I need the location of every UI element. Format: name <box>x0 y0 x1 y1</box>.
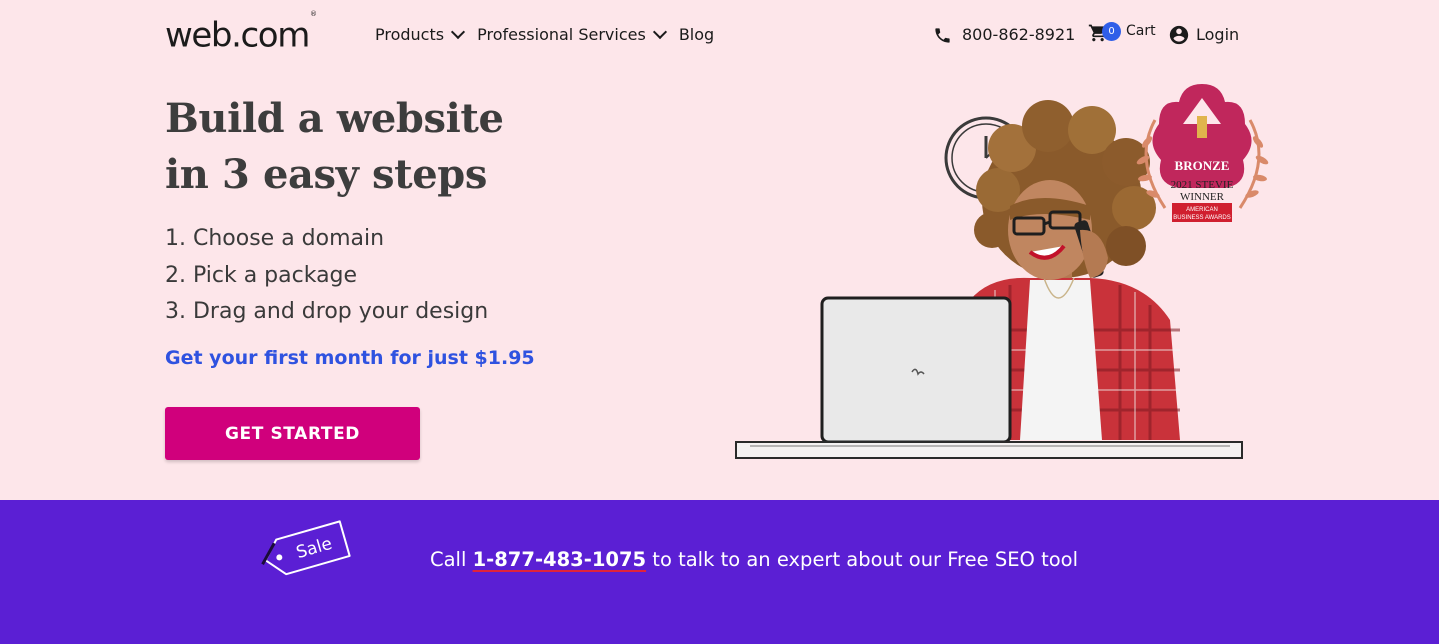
login-label: Login <box>1196 25 1240 44</box>
nav-item-professional-services[interactable]: Professional Services <box>477 24 670 46</box>
nav-item-label: Products <box>375 25 445 44</box>
offer-text: Get your first month for just $1.95 <box>165 347 535 369</box>
main-nav: Products Professional Services Blog <box>375 24 723 46</box>
stevie-award-badge: BRONZE 2021 STEVIE WINNER AMERICAN BUSIN… <box>1136 84 1269 222</box>
nav-item-products[interactable]: Products <box>375 24 468 46</box>
step-item: 2. Pick a package <box>165 262 358 288</box>
logo[interactable]: web.com® <box>165 10 317 56</box>
promo-suffix: to talk to an expert about our Free SEO … <box>646 548 1079 571</box>
cart-link[interactable]: 0 Cart <box>1088 21 1156 44</box>
award-line-2: WINNER <box>1180 191 1225 203</box>
person-tank-top <box>1020 280 1102 440</box>
hero-title-line-2: in 3 easy steps <box>165 151 487 198</box>
header-phone-link[interactable]: 800-862-8921 <box>933 24 1075 46</box>
chevron-down-icon <box>451 24 466 40</box>
nav-item-label: Professional Services <box>477 25 646 44</box>
step-item: 3. Drag and drop your design <box>165 299 489 324</box>
cart-label: Cart <box>1126 23 1156 39</box>
page: web.com® Products Professional Services … <box>0 0 1439 644</box>
account-icon <box>1169 25 1189 45</box>
hero-title-line-1: Build a website <box>165 95 504 142</box>
desk-illustration <box>735 441 1243 459</box>
cart-count-badge: 0 <box>1102 21 1121 41</box>
award-line-3: AMERICAN <box>1186 207 1218 213</box>
get-started-button[interactable]: GET STARTED <box>165 407 420 460</box>
promo-bar: Sale Call 1-877-483-1075 to talk to an e… <box>0 500 1439 644</box>
promo-prefix: Call <box>429 548 473 571</box>
award-line-4: BUSINESS AWARDS <box>1173 215 1231 221</box>
steps-list: 1. Choose a domain 2. Pick a package 3. … <box>165 221 488 331</box>
chevron-down-icon <box>652 24 667 40</box>
login-link[interactable]: Login <box>1168 24 1239 46</box>
nav-item-blog[interactable]: Blog <box>679 24 714 46</box>
trophy-icon <box>1197 116 1207 138</box>
promo-text: Call 1-877-483-1075 to talk to an expert… <box>0 546 1439 574</box>
award-tier: BRONZE <box>1175 158 1230 173</box>
hero-title: Build a website in 3 easy steps <box>165 91 645 203</box>
nav-item-label: Blog <box>678 25 715 44</box>
promo-phone-link[interactable]: 1-877-483-1075 <box>473 548 647 571</box>
logo-registered-mark: ® <box>309 10 317 18</box>
logo-text: web.com <box>165 15 310 56</box>
phone-icon <box>935 27 950 43</box>
award-line-1: 2021 STEVIE <box>1171 179 1234 191</box>
site-header: web.com® Products Professional Services … <box>0 0 1439 72</box>
step-item: 1. Choose a domain <box>165 226 385 251</box>
laptop-illustration <box>820 296 1012 444</box>
header-phone-number: 800-862-8921 <box>962 25 1076 44</box>
